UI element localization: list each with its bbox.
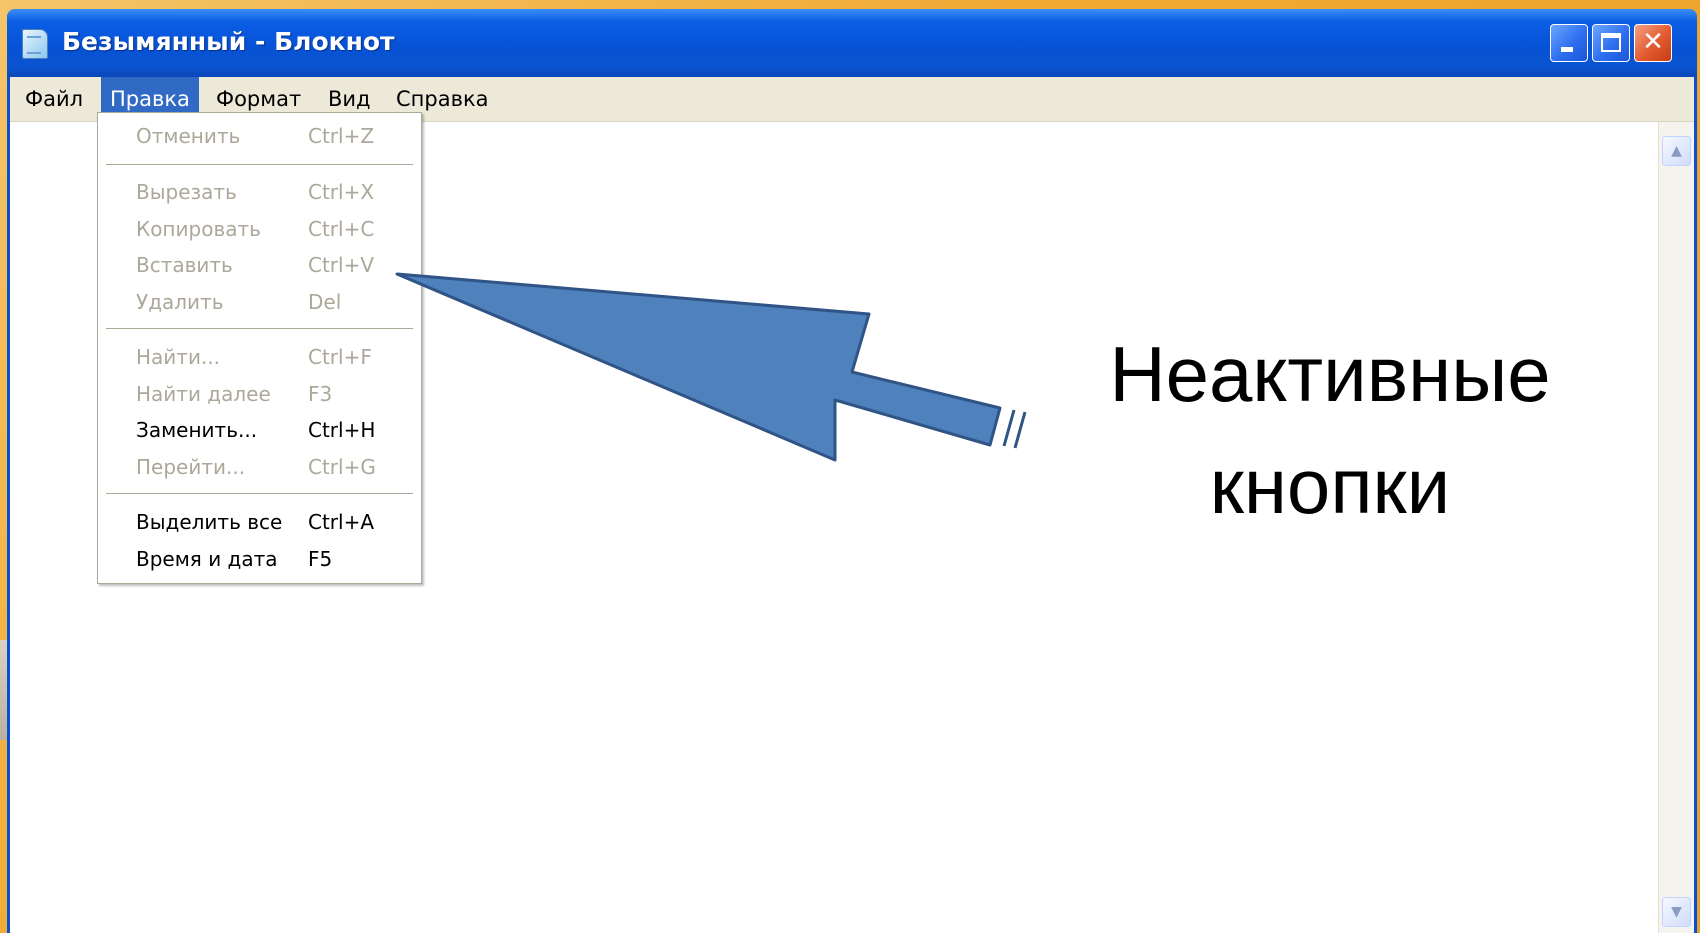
arrow-tail-mark <box>1013 411 1027 449</box>
callout-text-line-1: Неактивные <box>1109 330 1551 418</box>
arrow-tail-mark <box>1002 409 1016 447</box>
callout-text-line-2: кнопки <box>1209 442 1451 530</box>
callout-arrow-shape <box>395 272 1002 462</box>
callout-text: Неактивные кнопки <box>1040 318 1620 542</box>
